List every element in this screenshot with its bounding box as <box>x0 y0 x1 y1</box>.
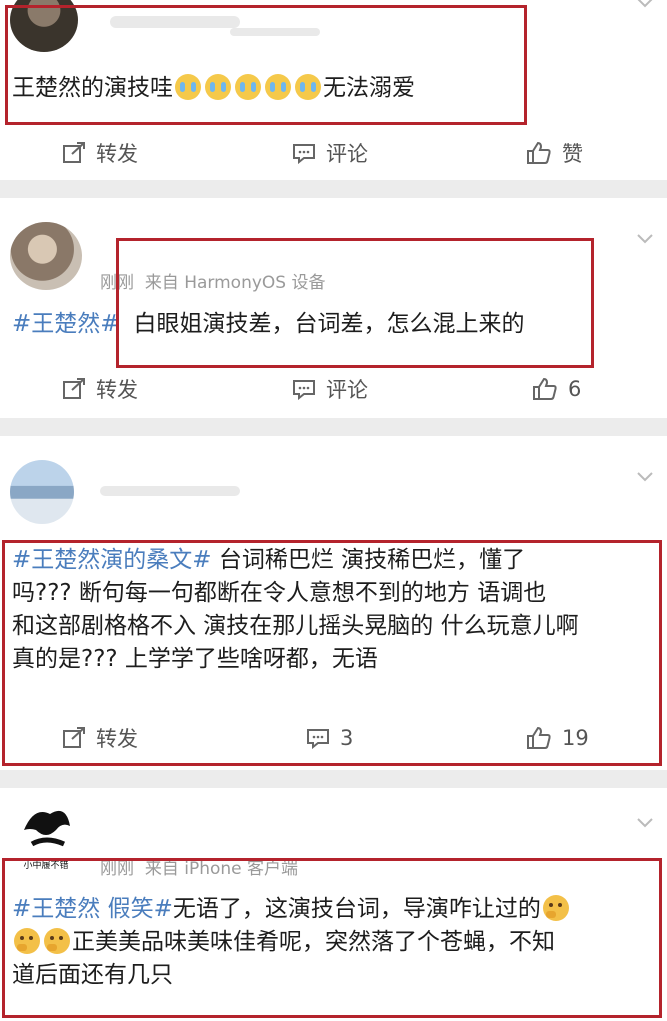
like-count: 19 <box>562 726 589 750</box>
repost-icon <box>63 727 85 748</box>
chevron-down-icon[interactable] <box>637 472 653 482</box>
avatar-illustration <box>24 810 70 847</box>
post-card-3: #王楚然演的桑文# 台词稀巴烂 演技稀巴烂，懂了 吗??? 断句每一句都断在令人… <box>0 436 667 770</box>
comment-button[interactable]: 3 <box>306 715 353 761</box>
repost-label: 转发 <box>96 378 138 402</box>
like-label: 赞 <box>562 142 583 166</box>
repost-button[interactable]: 转发 <box>62 130 138 176</box>
repost-label: 转发 <box>96 727 138 751</box>
comment-label: 评论 <box>326 142 368 166</box>
thumbs-up-icon <box>527 726 551 749</box>
comment-icon <box>293 144 315 164</box>
comment-icon <box>307 729 329 749</box>
repost-label: 转发 <box>96 142 138 166</box>
post-card-1: 王楚然的演技哇 无法溺爱 转发 评论 赞 <box>0 0 667 180</box>
like-button[interactable]: 19 <box>526 715 589 761</box>
username-blurred <box>100 486 240 496</box>
chevron-down-icon[interactable] <box>637 234 653 244</box>
like-button[interactable]: 6 <box>532 366 581 412</box>
action-bar: 转发 评论 赞 <box>0 130 667 176</box>
comment-label: 评论 <box>326 378 368 402</box>
avatar[interactable] <box>10 222 82 290</box>
hashtag-link[interactable]: #王楚然# <box>12 311 120 337</box>
repost-button[interactable]: 转发 <box>62 366 138 412</box>
post-card-2: 刚刚 来自 HarmonyOS 设备 #王楚然# 白眼姐演技差，台词差，怎么混上来… <box>0 198 667 418</box>
repost-icon <box>63 378 85 399</box>
comment-icon <box>293 380 315 400</box>
thumbs-up-icon <box>533 377 557 400</box>
action-bar: 转发 3 19 <box>0 715 667 761</box>
highlight-box <box>5 5 527 125</box>
chevron-down-icon[interactable] <box>637 818 653 828</box>
avatar[interactable] <box>10 460 74 524</box>
comment-button[interactable]: 评论 <box>292 366 368 412</box>
chevron-down-icon[interactable] <box>637 0 653 8</box>
action-bar: 转发 评论 6 <box>0 366 667 412</box>
highlight-box <box>2 858 662 1018</box>
thumbs-up-icon <box>527 141 551 164</box>
post-card-4: 小中履不错 刚刚 来自 iPhone 客户端 #王楚然 假笑#无语了，这演技台词… <box>0 788 667 1021</box>
repost-button[interactable]: 转发 <box>62 715 138 761</box>
like-button[interactable]: 赞 <box>526 130 583 176</box>
comment-count: 3 <box>340 726 354 750</box>
repost-icon <box>63 142 85 163</box>
highlight-box <box>116 238 594 368</box>
comment-button[interactable]: 评论 <box>292 130 368 176</box>
like-count: 6 <box>568 377 582 401</box>
